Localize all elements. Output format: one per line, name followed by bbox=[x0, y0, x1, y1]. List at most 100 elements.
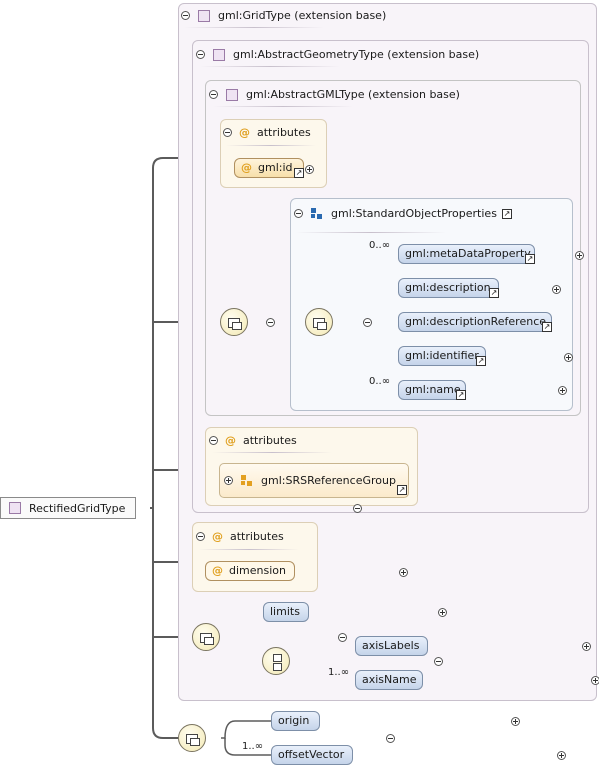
attributes-header: @ attributes bbox=[223, 126, 311, 139]
link-arrow-icon[interactable]: ↗ bbox=[456, 390, 466, 400]
group-icon bbox=[311, 207, 323, 220]
expand-toggle-icon[interactable] bbox=[557, 751, 566, 760]
attribute-at-icon: @ bbox=[225, 434, 236, 447]
expand-toggle-icon[interactable] bbox=[399, 568, 408, 577]
link-arrow-icon[interactable]: ↗ bbox=[294, 168, 304, 178]
element-axis-labels[interactable]: axisLabels bbox=[355, 636, 428, 656]
element-limits[interactable]: limits bbox=[263, 602, 309, 622]
type-square-icon bbox=[226, 88, 238, 101]
sequence-compositor-icon[interactable] bbox=[220, 308, 248, 336]
header-separator bbox=[212, 452, 332, 453]
element-identifier[interactable]: gml:identifier ↗ bbox=[398, 346, 486, 366]
element-offset-vector[interactable]: offsetVector bbox=[271, 745, 353, 765]
collapse-toggle-icon[interactable] bbox=[386, 734, 395, 743]
attributes-label: attributes bbox=[243, 434, 297, 447]
sequence-compositor-icon[interactable] bbox=[178, 724, 206, 752]
element-description[interactable]: gml:description ↗ bbox=[398, 278, 499, 298]
expand-toggle-icon[interactable] bbox=[574, 251, 584, 260]
attribute-gml-id-label: gml:id bbox=[258, 161, 293, 174]
collapse-toggle-icon[interactable] bbox=[209, 436, 218, 445]
element-axis-name[interactable]: axisName bbox=[355, 670, 423, 690]
collapse-toggle-icon[interactable] bbox=[433, 657, 443, 666]
collapse-toggle-icon[interactable] bbox=[352, 504, 362, 513]
header-separator bbox=[213, 106, 353, 107]
type-square-icon bbox=[213, 48, 225, 61]
expand-toggle-icon[interactable] bbox=[552, 285, 561, 294]
element-label: gml:descriptionReference bbox=[405, 315, 547, 328]
header-separator bbox=[226, 145, 316, 146]
link-arrow-icon[interactable]: ↗ bbox=[489, 288, 499, 298]
header-separator bbox=[200, 66, 340, 67]
grid-type-header: gml:GridType (extension base) bbox=[181, 9, 386, 22]
link-arrow-icon[interactable]: ↗ bbox=[476, 356, 486, 366]
abstract-geometry-type-label: gml:AbstractGeometryType (extension base… bbox=[233, 48, 480, 61]
link-arrow-icon[interactable]: ↗ bbox=[501, 208, 512, 219]
cardinality-label: 0..∞ bbox=[369, 240, 391, 251]
element-label: offsetVector bbox=[278, 748, 345, 761]
attributes-header: @ attributes bbox=[196, 530, 284, 543]
cardinality-label: 1..∞ bbox=[242, 741, 264, 752]
element-description-reference[interactable]: gml:descriptionReference ↗ bbox=[398, 312, 552, 332]
collapse-toggle-icon[interactable] bbox=[196, 532, 205, 541]
attribute-group-srs-reference-header: gml:SRSReferenceGroup bbox=[224, 474, 396, 487]
header-separator bbox=[199, 549, 299, 550]
collapse-toggle-icon[interactable] bbox=[265, 318, 275, 327]
collapse-toggle-icon[interactable] bbox=[363, 318, 372, 327]
element-origin[interactable]: origin bbox=[271, 711, 320, 731]
standard-object-properties-header: gml:StandardObjectProperties ↗ bbox=[294, 207, 512, 220]
attribute-at-icon: @ bbox=[239, 126, 250, 139]
link-arrow-icon[interactable]: ↗ bbox=[542, 322, 552, 332]
attributes-label: attributes bbox=[257, 126, 311, 139]
root-label: RectifiedGridType bbox=[29, 501, 126, 515]
expand-toggle-icon[interactable] bbox=[582, 642, 591, 651]
attribute-at-icon: @ bbox=[212, 530, 223, 543]
root-complex-type[interactable]: RectifiedGridType bbox=[0, 497, 136, 519]
header-separator bbox=[184, 27, 324, 28]
attributes-header: @ attributes bbox=[209, 434, 297, 447]
element-label: gml:identifier bbox=[405, 349, 479, 362]
collapse-toggle-icon[interactable] bbox=[196, 50, 205, 59]
standard-object-properties-label: gml:StandardObjectProperties bbox=[331, 207, 497, 220]
abstract-geometry-type-header: gml:AbstractGeometryType (extension base… bbox=[196, 48, 479, 61]
collapse-toggle-icon[interactable] bbox=[181, 11, 190, 20]
cardinality-label: 0..∞ bbox=[369, 376, 391, 387]
element-meta-data-property[interactable]: gml:metaDataProperty ↗ bbox=[398, 244, 535, 264]
element-label: limits bbox=[270, 605, 300, 618]
grid-type-label: gml:GridType (extension base) bbox=[218, 9, 387, 22]
element-label: origin bbox=[278, 714, 310, 727]
type-square-icon bbox=[9, 502, 21, 514]
abstract-gml-type-header: gml:AbstractGMLType (extension base) bbox=[209, 88, 460, 101]
expand-toggle-icon[interactable] bbox=[510, 717, 520, 726]
type-square-icon bbox=[198, 9, 210, 22]
attribute-dimension[interactable]: @ dimension bbox=[205, 561, 295, 581]
cardinality-label: 1..∞ bbox=[328, 667, 350, 678]
expand-toggle-icon[interactable] bbox=[557, 386, 567, 395]
collapse-toggle-icon[interactable] bbox=[337, 633, 347, 642]
element-label: gml:metaDataProperty bbox=[405, 247, 531, 260]
srs-reference-group-label: gml:SRSReferenceGroup bbox=[261, 474, 396, 487]
link-arrow-icon[interactable]: ↗ bbox=[397, 485, 407, 495]
expand-toggle-icon[interactable] bbox=[590, 676, 599, 685]
expand-toggle-icon[interactable] bbox=[564, 353, 573, 362]
collapse-toggle-icon[interactable] bbox=[209, 90, 218, 99]
attribute-dimension-label: dimension bbox=[229, 564, 286, 577]
expand-toggle-icon[interactable] bbox=[305, 165, 314, 174]
element-label: gml:name bbox=[405, 383, 461, 396]
element-name[interactable]: gml:name ↗ bbox=[398, 380, 466, 400]
element-label: gml:description bbox=[405, 281, 491, 294]
link-arrow-icon[interactable]: ↗ bbox=[525, 254, 535, 264]
attribute-group-icon bbox=[241, 474, 253, 487]
attribute-at-icon: @ bbox=[212, 564, 223, 577]
sequence-compositor-icon[interactable] bbox=[305, 308, 333, 336]
sequence-compositor-icon[interactable] bbox=[192, 623, 220, 651]
attributes-label: attributes bbox=[230, 530, 284, 543]
expand-toggle-icon[interactable] bbox=[224, 476, 233, 485]
abstract-gml-type-label: gml:AbstractGMLType (extension base) bbox=[246, 88, 460, 101]
collapse-toggle-icon[interactable] bbox=[223, 128, 232, 137]
collapse-toggle-icon[interactable] bbox=[294, 209, 303, 218]
attribute-at-icon: @ bbox=[241, 161, 252, 174]
choice-compositor-icon[interactable] bbox=[262, 647, 290, 675]
element-label: axisLabels bbox=[362, 639, 420, 652]
expand-toggle-icon[interactable] bbox=[438, 608, 447, 617]
attribute-gml-id[interactable]: @ gml:id ↗ bbox=[234, 158, 304, 178]
